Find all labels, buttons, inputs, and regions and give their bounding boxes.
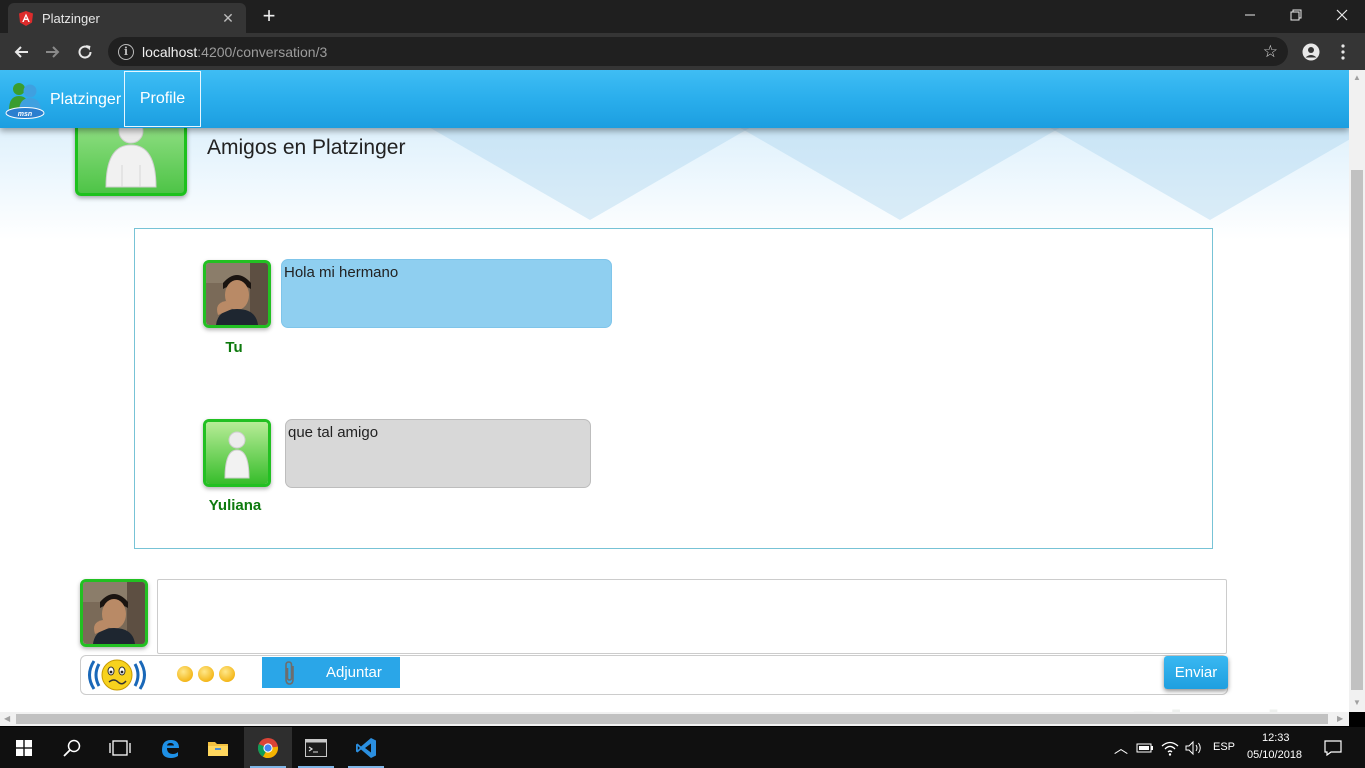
messenger-logo-icon: msn [4, 80, 46, 120]
app-navbar: msn Platzinger Profile [0, 70, 1349, 128]
send-button[interactable]: Enviar [1164, 656, 1228, 689]
task-view-icon[interactable] [96, 727, 144, 768]
compose-toolbar: Adjuntar Enviar [80, 655, 1228, 695]
browser-tab-strip: Platzinger ✕ + [0, 0, 1365, 33]
page-viewport: msn Platzinger Profile Amigos en Platzin… [0, 70, 1349, 712]
site-info-icon[interactable]: i [118, 43, 134, 60]
emoji-relieved-icon[interactable] [177, 666, 193, 682]
sender-avatar-default [203, 419, 271, 487]
paperclip-icon [285, 660, 294, 685]
message-sender-name: Tu [225, 339, 243, 356]
forward-arrow-icon[interactable] [40, 39, 66, 65]
message-bubble: Hola mi hermano [281, 259, 612, 328]
file-explorer-icon[interactable] [194, 727, 242, 768]
battery-icon[interactable] [1134, 727, 1156, 768]
message-input[interactable] [157, 579, 1227, 654]
os-taskbar: ︿ ESP 12:33 05/10/2018 [0, 727, 1365, 768]
brand-name: Platzinger [50, 91, 122, 108]
nudge-button[interactable] [84, 657, 150, 693]
message-sender-name: Yuliana [208, 497, 262, 514]
new-tab-button[interactable]: + [256, 5, 282, 29]
browser-toolbar: i localhost:4200/conversation/3 ☆ [0, 33, 1365, 70]
horizontal-scroll-thumb[interactable] [16, 714, 1328, 724]
clock-date[interactable]: 05/10/2018 [1247, 749, 1302, 761]
angular-icon [18, 10, 34, 26]
conversation-box: Tu Hola mi hermano Yuliana que tal amigo [134, 228, 1213, 549]
emoji-grin-icon[interactable] [198, 666, 214, 682]
horizontal-scrollbar[interactable]: ◀ ▶ [0, 712, 1349, 726]
nav-profile-link[interactable]: Profile [124, 71, 201, 127]
window-close-icon[interactable] [1319, 0, 1365, 30]
volume-icon[interactable] [1182, 727, 1206, 768]
vscode-icon[interactable] [342, 727, 390, 768]
tab-close-icon[interactable]: ✕ [220, 10, 236, 27]
friend-avatar [75, 122, 187, 196]
watermark-text: Platzi [1130, 698, 1282, 712]
terminal-icon[interactable] [292, 727, 340, 768]
bookmark-star-icon[interactable]: ☆ [1263, 42, 1278, 62]
page-title: Amigos en Platzinger [207, 136, 406, 159]
svg-text:msn: msn [18, 111, 32, 118]
windows-start-icon[interactable] [0, 727, 48, 768]
wifi-icon[interactable] [1158, 727, 1182, 768]
minimize-icon[interactable] [1227, 0, 1273, 30]
scroll-left-icon[interactable]: ◀ [4, 714, 10, 723]
more-menu-icon[interactable] [1330, 39, 1356, 65]
brand-link[interactable]: msn Platzinger [4, 78, 121, 122]
vertical-scrollbar[interactable]: ▲ ▼ [1349, 70, 1365, 712]
sender-avatar-photo [203, 260, 271, 328]
tray-expand-icon[interactable]: ︿ [1114, 738, 1128, 758]
notifications-icon[interactable] [1320, 727, 1346, 768]
browser-tab[interactable]: Platzinger ✕ [8, 3, 246, 33]
message-bubble: que tal amigo [285, 419, 591, 488]
edge-browser-icon[interactable] [146, 727, 194, 768]
my-avatar-photo [80, 579, 148, 647]
vertical-scroll-thumb[interactable] [1351, 170, 1363, 690]
restore-icon[interactable] [1273, 0, 1319, 30]
scroll-right-icon[interactable]: ▶ [1337, 714, 1343, 723]
clock-time[interactable]: 12:33 [1262, 732, 1290, 744]
scroll-down-icon[interactable]: ▼ [1353, 698, 1361, 707]
account-icon[interactable] [1298, 39, 1324, 65]
chrome-taskbar-icon[interactable] [244, 727, 292, 768]
nudge-icon [88, 659, 146, 691]
url-host: localhost [142, 43, 198, 60]
attach-button[interactable]: Adjuntar [262, 657, 400, 688]
scroll-up-icon[interactable]: ▲ [1353, 73, 1361, 82]
emoji-unamused-icon[interactable] [219, 666, 235, 682]
reload-icon[interactable] [72, 39, 98, 65]
search-icon[interactable] [48, 727, 96, 768]
input-language[interactable]: ESP [1213, 741, 1235, 753]
attach-label: Adjuntar [326, 664, 382, 681]
tab-title: Platzinger [42, 10, 100, 26]
url-path: :4200/conversation/3 [197, 43, 328, 60]
back-arrow-icon[interactable] [8, 39, 34, 65]
address-bar[interactable]: i localhost:4200/conversation/3 ☆ [108, 37, 1288, 66]
